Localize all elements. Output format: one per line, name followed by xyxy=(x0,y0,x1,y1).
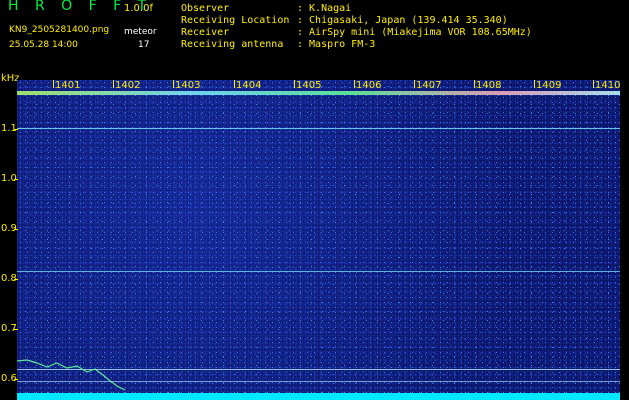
x-tick-label: 1410 xyxy=(595,80,621,91)
meteor-label: meteor xyxy=(124,27,157,37)
observer-value: : K.Nagai xyxy=(297,3,352,14)
x-tick-label: 1404 xyxy=(236,80,262,91)
x-tick-label: 1409 xyxy=(536,80,562,91)
antenna-value: : Maspro FM-3 xyxy=(297,39,376,50)
x-tick-label: 1405 xyxy=(296,80,322,91)
x-tick xyxy=(294,80,295,88)
y-tick-label: 1.1 xyxy=(1,123,17,134)
x-tick-label: 1408 xyxy=(476,80,502,91)
location-value: : Chigasaki, Japan (139.414 35.340) xyxy=(297,15,508,26)
x-tick xyxy=(53,80,54,88)
x-tick-label: 1406 xyxy=(356,80,382,91)
x-tick-label: 1401 xyxy=(55,80,81,91)
x-tick xyxy=(593,80,594,88)
header-bar: H R O F F T 1.0.0f KN9_2505281400.png 25… xyxy=(0,0,629,80)
y-tick-label: 0.7 xyxy=(1,323,17,334)
y-tick-label: 0.9 xyxy=(1,223,17,234)
bottom-noise-band xyxy=(17,393,620,400)
x-tick-label: 1407 xyxy=(416,80,442,91)
y-tick-label: 0.8 xyxy=(1,273,17,284)
x-tick-label: 1402 xyxy=(115,80,141,91)
observer-label: Observer xyxy=(181,3,230,14)
receiver-value: : AirSpy mini (Miakejima VOR 108.65MHz) xyxy=(297,27,532,38)
meteor-echo-trace xyxy=(17,359,126,391)
x-tick xyxy=(113,80,114,88)
x-tick xyxy=(234,80,235,88)
receiver-label: Receiver xyxy=(181,27,230,38)
x-tick xyxy=(414,80,415,88)
antenna-label: Receiving antenna xyxy=(181,39,284,50)
x-tick xyxy=(474,80,475,88)
x-tick xyxy=(354,80,355,88)
x-tick xyxy=(534,80,535,88)
filename-label: KN9_2505281400.png xyxy=(9,25,110,35)
x-tick xyxy=(173,80,174,88)
version-label: 1.0.0f xyxy=(124,3,153,14)
location-label: Receiving Location xyxy=(181,15,290,26)
datetime-label: 25.05.28 14:00 xyxy=(9,40,78,50)
y-tick-label: 0.6 xyxy=(1,373,17,384)
y-tick-label: 1.0 xyxy=(1,173,17,184)
meteor-count: 17 xyxy=(138,40,150,50)
spectrogram-plot xyxy=(17,80,620,400)
x-tick-label: 1403 xyxy=(175,80,201,91)
